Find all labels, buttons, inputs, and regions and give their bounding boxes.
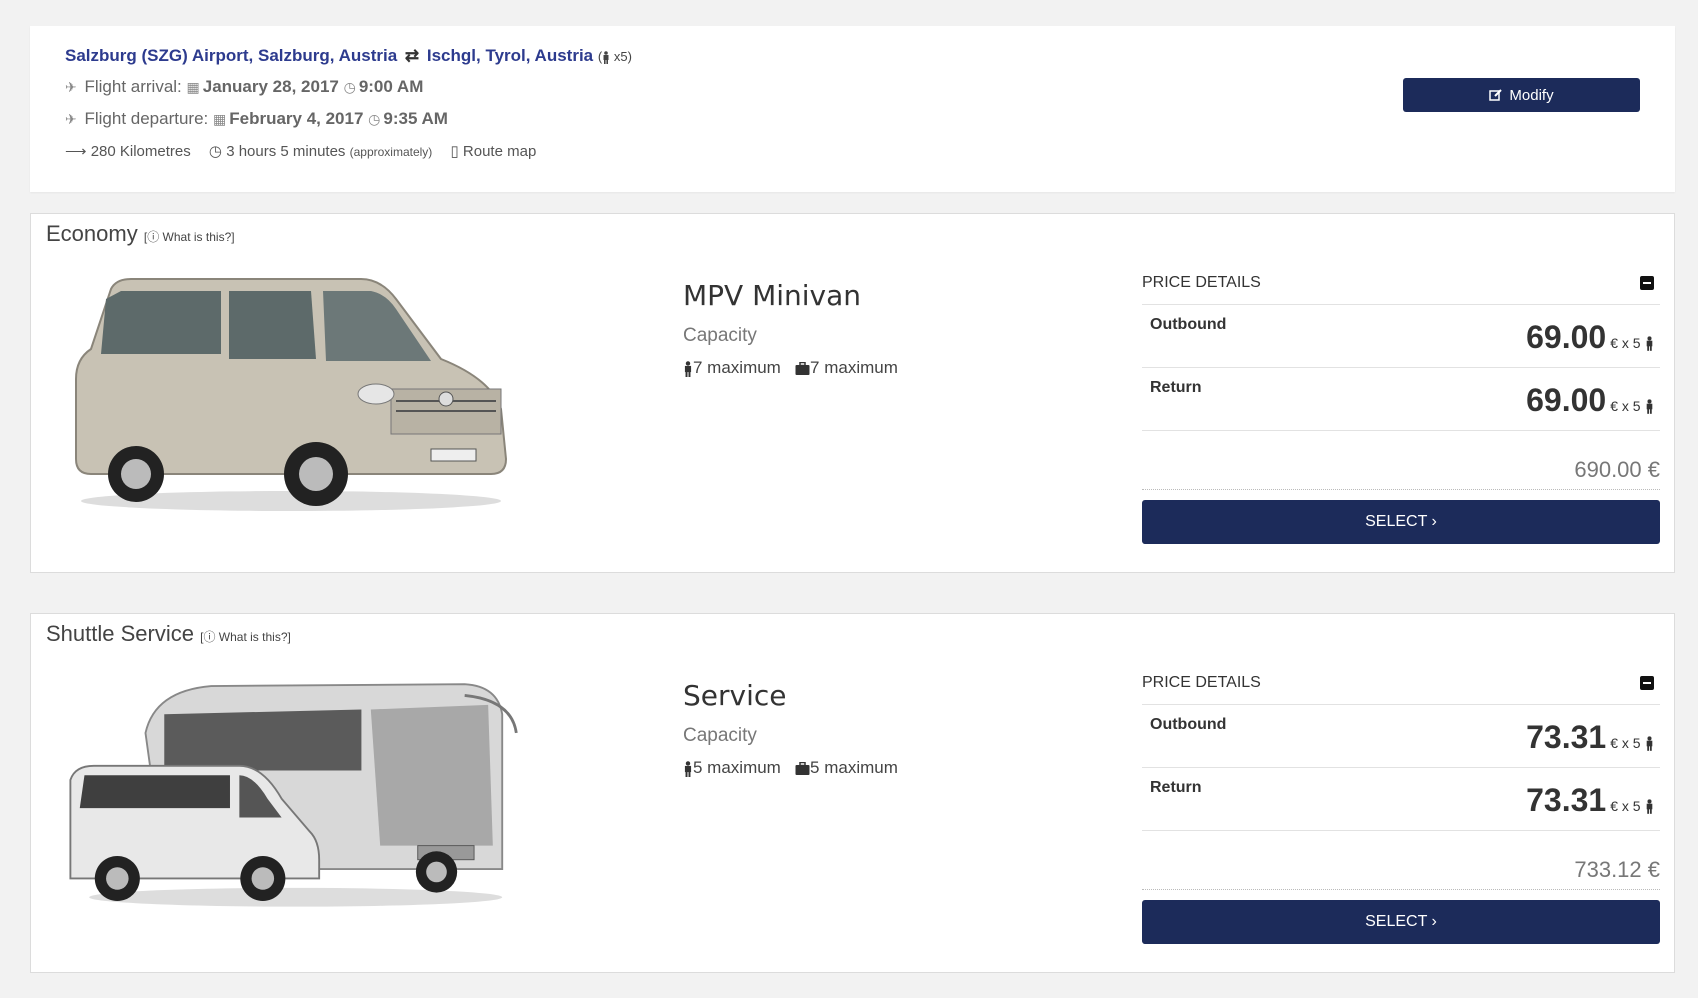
departure-label: Flight departure: [84, 109, 209, 128]
max-luggage: 7 maximum [810, 358, 898, 377]
route-map-link[interactable]: Route map [463, 143, 536, 160]
arrival-time: 9:00 AM [358, 77, 424, 96]
outbound-label: Outbound [1150, 316, 1227, 333]
category-label: Shuttle Service [46, 621, 194, 646]
price-total-row: 690.00 € [1142, 431, 1660, 490]
capacity-label: Capacity [683, 325, 757, 346]
price-details-panel: PRICE DETAILS Outbound 73.31 € x 5 Return… [1142, 674, 1660, 944]
return-price: 73.31 [1526, 782, 1607, 818]
category-label: Economy [46, 221, 138, 246]
price-details-header: PRICE DETAILS [1142, 674, 1660, 705]
price-details-header: PRICE DETAILS [1142, 274, 1660, 305]
return-price-row: Return 73.31 € x 5 [1142, 768, 1660, 831]
max-luggage: 5 maximum [810, 758, 898, 777]
shuttle-bus-image [69, 683, 518, 907]
capacity-label: Capacity [683, 725, 757, 746]
route-line: Salzburg (SZG) Airport, Salzburg, Austri… [65, 46, 632, 66]
origin-link[interactable]: Salzburg (SZG) Airport, Salzburg, Austri… [65, 46, 397, 65]
info-icon: ⓘ [203, 630, 216, 644]
collapse-icon[interactable] [1640, 276, 1654, 290]
price-unit: € x 5 [1610, 335, 1641, 351]
offer-card-shuttle: Shuttle Service [ⓘ What is this?] Servic… [30, 613, 1675, 973]
person-icon [1646, 336, 1653, 352]
what-is-this-link[interactable]: [ⓘ What is this?] [144, 230, 235, 244]
modify-button[interactable]: Modify [1403, 78, 1640, 112]
person-icon [1646, 399, 1653, 415]
offer-card-economy: Economy [ⓘ What is this?] MPV Minivan Ca… [30, 213, 1675, 573]
outbound-price: 73.31 [1526, 719, 1607, 755]
price-total-row: 733.12 € [1142, 831, 1660, 890]
distance: 280 Kilometres [90, 143, 191, 160]
max-passengers: 7 maximum [693, 358, 781, 377]
return-price: 69.00 [1526, 382, 1607, 418]
trip-meta-row: ⟶ 280 Kilometres ◷ 3 hours 5 minutes (ap… [65, 142, 536, 160]
return-label: Return [1150, 379, 1202, 396]
price-unit: € x 5 [1610, 398, 1641, 414]
price-unit: € x 5 [1610, 798, 1641, 814]
price-details-panel: PRICE DETAILS Outbound 69.00 € x 5 Return… [1142, 274, 1660, 544]
person-icon [603, 51, 609, 65]
vehicle-name: Service [683, 679, 787, 712]
flight-arrival-row: ✈ Flight arrival: ▦ January 28, 2017 ◷ 9:0… [65, 77, 423, 97]
total-price: 733.12 € [1574, 857, 1660, 882]
passenger-count: ( x5) [597, 49, 632, 65]
select-button[interactable]: SELECT › [1142, 900, 1660, 944]
person-icon [1646, 799, 1653, 815]
outbound-price-row: Outbound 69.00 € x 5 [1142, 305, 1660, 368]
outbound-price: 69.00 [1526, 319, 1607, 355]
max-passengers: 5 maximum [693, 758, 781, 777]
vehicle-name: MPV Minivan [683, 279, 862, 312]
arrival-date: January 28, 2017 [202, 77, 339, 96]
clock-icon: ◷ [368, 111, 381, 127]
departure-date: February 4, 2017 [229, 109, 364, 128]
minivan-image [75, 278, 508, 511]
plane-icon: ✈ [65, 79, 77, 95]
suitcase-icon [795, 362, 810, 376]
outbound-price-row: Outbound 73.31 € x 5 [1142, 705, 1660, 768]
map-icon: ▯ [450, 143, 459, 160]
calendar-icon: ▦ [186, 79, 200, 95]
info-icon: ⓘ [147, 230, 160, 244]
duration-note: (approximately) [349, 145, 433, 159]
duration: 3 hours 5 minutes [226, 143, 346, 160]
modify-label: Modify [1509, 86, 1554, 104]
calendar-icon: ▦ [213, 111, 227, 127]
plane-icon: ✈ [65, 111, 77, 127]
clock-icon: ◷ [343, 79, 356, 95]
departure-time: 9:35 AM [383, 109, 448, 128]
offer-category-title: Shuttle Service [ⓘ What is this?] [46, 621, 291, 647]
destination-link[interactable]: Ischgl, Tyrol, Austria [427, 46, 593, 65]
arrival-label: Flight arrival: [84, 77, 182, 96]
person-icon [684, 360, 692, 377]
select-button[interactable]: SELECT › [1142, 500, 1660, 544]
capacity-details: 7 maximum 7 maximum [683, 358, 898, 378]
arrow-right-icon: ⟶ [65, 143, 87, 160]
person-icon [1646, 736, 1653, 752]
edit-icon [1489, 89, 1503, 101]
total-price: 690.00 € [1574, 457, 1660, 482]
price-unit: € x 5 [1610, 735, 1641, 751]
trip-summary: Salzburg (SZG) Airport, Salzburg, Austri… [30, 26, 1675, 192]
offer-category-title: Economy [ⓘ What is this?] [46, 221, 235, 247]
suitcase-icon [795, 762, 810, 776]
collapse-icon[interactable] [1640, 676, 1654, 690]
return-label: Return [1150, 779, 1202, 796]
flight-departure-row: ✈ Flight departure: ▦ February 4, 2017 ◷ 9… [65, 109, 448, 129]
round-trip-icon: ⇄ [404, 46, 420, 65]
return-price-row: Return 69.00 € x 5 [1142, 368, 1660, 431]
clock-icon: ◷ [208, 143, 223, 160]
person-icon [684, 760, 692, 777]
what-is-this-link[interactable]: [ⓘ What is this?] [200, 630, 291, 644]
outbound-label: Outbound [1150, 716, 1227, 733]
capacity-details: 5 maximum 5 maximum [683, 758, 898, 778]
